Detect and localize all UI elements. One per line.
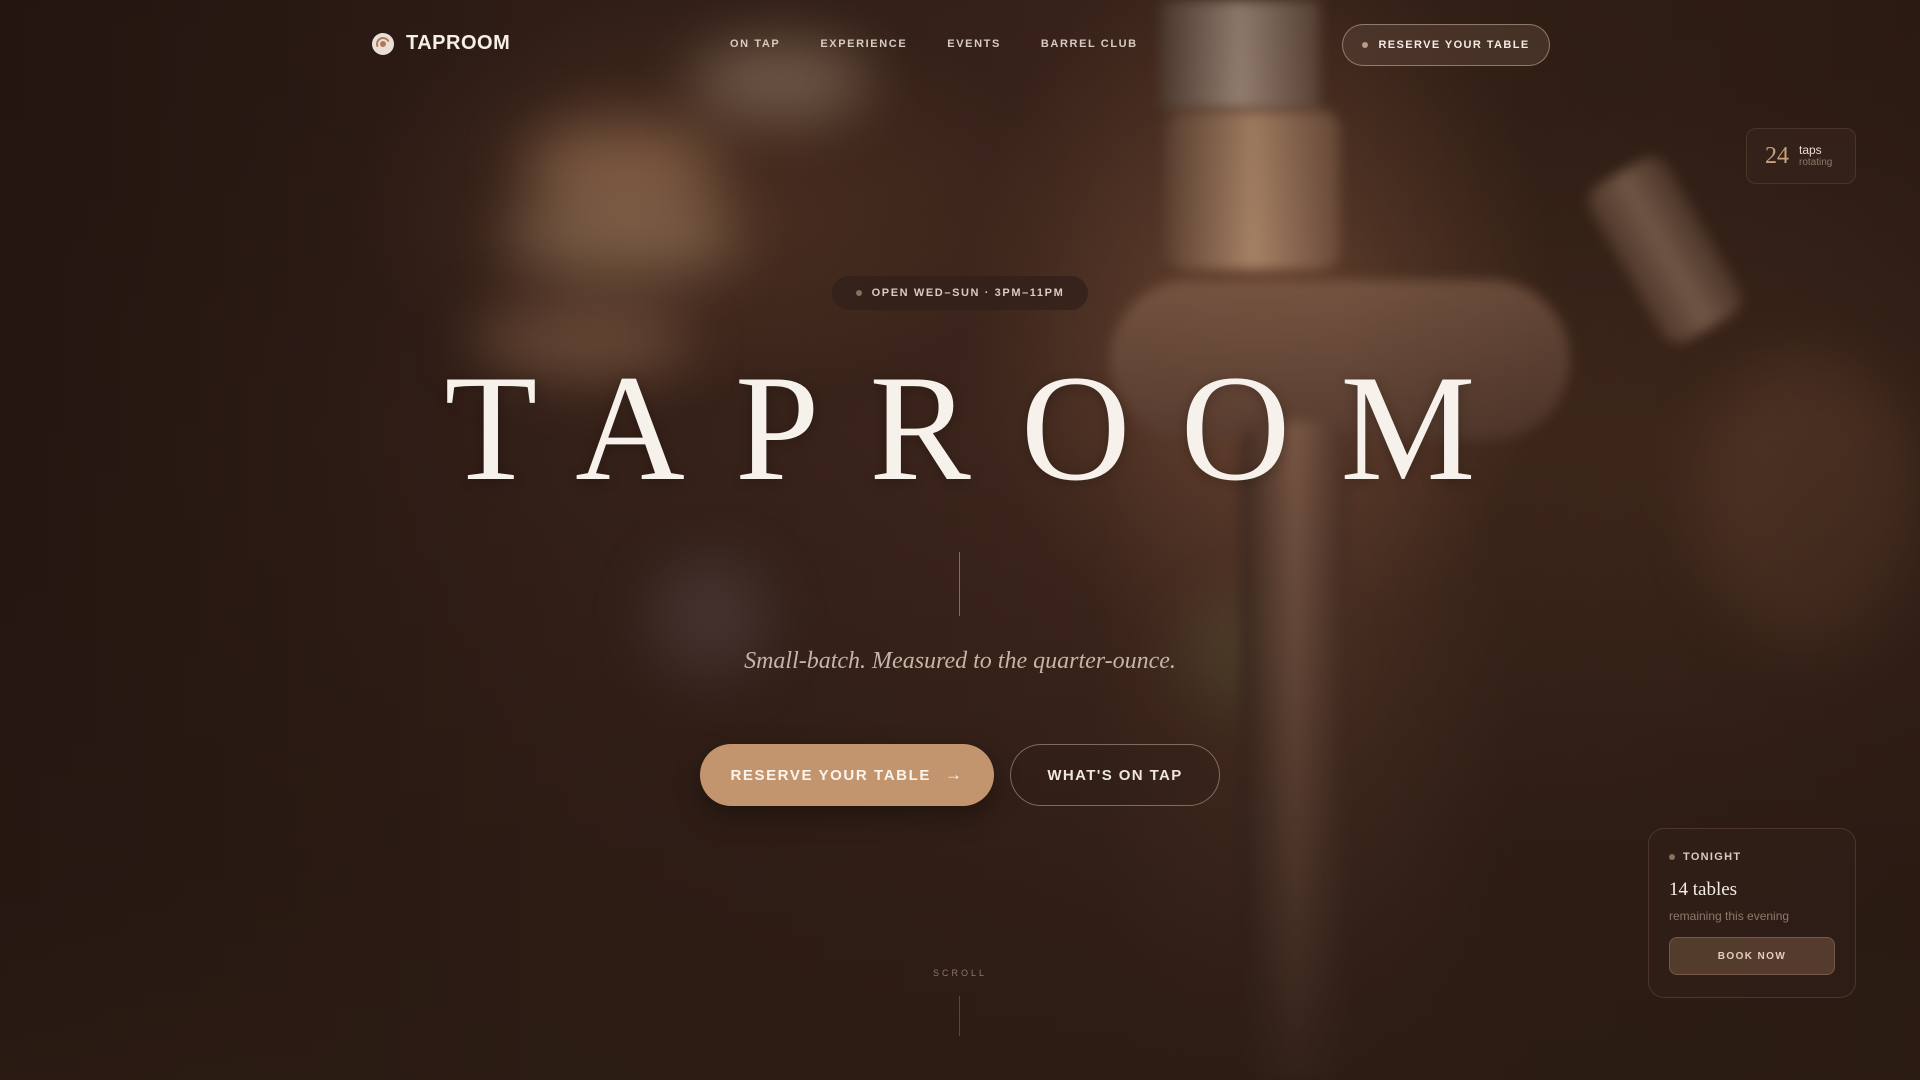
book-now-label: BOOK NOW <box>1717 950 1787 962</box>
nav-link-barrel-club[interactable]: BARREL CLUB <box>1041 38 1138 50</box>
top-navigation: TAPROOM ON TAP EXPERIENCE EVENTS BARREL … <box>0 0 1920 90</box>
hero-tagline: Small-batch. Measured to the quarter-oun… <box>744 648 1176 674</box>
tonight-label: TONIGHT <box>1683 851 1742 863</box>
status-dot-icon <box>1669 854 1675 860</box>
book-now-button[interactable]: BOOK NOW <box>1669 937 1835 975</box>
tables-remaining-count: 14 tables <box>1669 879 1738 900</box>
overlay <box>0 0 1920 1080</box>
scroll-indicator-line <box>959 996 960 1036</box>
nav-reserve-button[interactable]: RESERVE YOUR TABLE <box>1342 24 1550 66</box>
status-dot-icon <box>1362 42 1369 48</box>
hero-title: TAPROOM <box>444 344 1526 512</box>
taps-sublabel: rotating <box>1799 157 1833 169</box>
taps-count: 24 <box>1765 142 1789 169</box>
nav-link-on-tap[interactable]: ON TAP <box>730 38 780 50</box>
taps-counter-badge: 24 taps rotating <box>1746 128 1856 184</box>
nav-link-experience[interactable]: EXPERIENCE <box>820 38 907 50</box>
nav-links: ON TAP EXPERIENCE EVENTS BARREL CLUB <box>730 38 1138 50</box>
taps-label: taps <box>1799 142 1822 157</box>
arrow-right-icon: → <box>944 765 964 784</box>
hours-badge: OPEN WED–SUN · 3PM–11PM <box>832 276 1088 310</box>
nav-link-events[interactable]: EVENTS <box>947 38 1001 50</box>
brand-logo-link[interactable]: TAPROOM <box>372 32 510 55</box>
brand-name: TAPROOM <box>406 32 511 54</box>
whats-on-tap-button[interactable]: WHAT'S ON TAP <box>1010 744 1220 806</box>
status-dot-icon <box>855 290 862 296</box>
tables-remaining-sub: remaining this evening <box>1669 909 1790 923</box>
nav-reserve-label: RESERVE YOUR TABLE <box>1378 39 1530 51</box>
whats-on-tap-label: WHAT'S ON TAP <box>1047 766 1183 784</box>
hours-text: OPEN WED–SUN · 3PM–11PM <box>871 287 1065 299</box>
tonight-header: TONIGHT <box>1669 851 1835 863</box>
reserve-table-label: RESERVE YOUR TABLE <box>730 766 931 784</box>
scroll-indicator-label: SCROLL <box>932 968 987 978</box>
taps-text: taps rotating <box>1799 143 1832 169</box>
hero-section: TAPROOM ON TAP EXPERIENCE EVENTS BARREL … <box>0 0 1920 1080</box>
reserve-table-button[interactable]: RESERVE YOUR TABLE → <box>700 744 994 806</box>
brand-logo-icon <box>372 32 394 55</box>
title-divider <box>959 552 960 616</box>
tonight-availability-card: TONIGHT 14 tables remaining this evening… <box>1648 828 1856 998</box>
